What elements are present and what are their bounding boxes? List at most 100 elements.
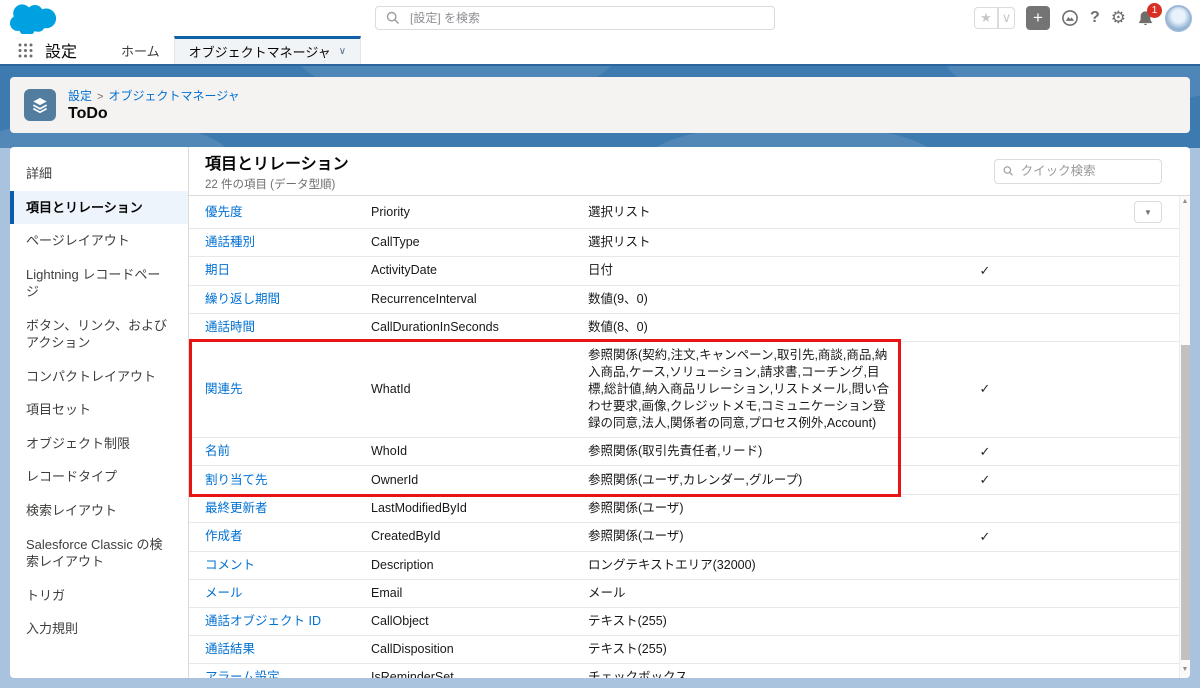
sidebar-item[interactable]: コンパクトレイアウト [10, 360, 188, 394]
tab-home[interactable]: ホーム [107, 36, 174, 64]
table-row: アラーム設定 IsReminderSet チェックボックス [189, 664, 1179, 678]
row-actions: ▼ [1071, 201, 1179, 223]
tab-object-manager[interactable]: オブジェクトマネージャ ∨ [173, 36, 362, 64]
search-icon [1003, 166, 1013, 176]
global-search-input[interactable] [410, 11, 764, 25]
sidebar-item[interactable]: Lightning レコードページ [10, 258, 188, 309]
breadcrumb-separator: > [97, 91, 104, 103]
table-row: 通話結果 CallDisposition テキスト(255) [189, 636, 1179, 664]
indexed-check-icon: ✓ [979, 472, 991, 488]
object-header-card: 設定 > オブジェクトマネージャ ToDo [10, 77, 1190, 133]
field-label-link[interactable]: 作成者 [205, 528, 371, 545]
field-label-link[interactable]: アラーム設定 [205, 669, 371, 678]
table-row: 期日 ActivityDate 日付 ✓ [189, 257, 1179, 286]
app-name: 設定 [45, 44, 78, 61]
field-label-link[interactable]: 期日 [205, 262, 371, 279]
tab-label: ホーム [121, 43, 160, 59]
field-label-link[interactable]: 優先度 [205, 204, 371, 221]
table-row: 作成者 CreatedById 参照関係(ユーザ) ✓ [189, 523, 1179, 552]
field-api-name: Description [371, 557, 434, 572]
field-label-link[interactable]: 通話時間 [205, 319, 371, 336]
field-label-link[interactable]: 関連先 [205, 381, 371, 398]
quick-find-box [994, 158, 1162, 184]
indexed-check-icon: ✓ [979, 529, 991, 545]
setup-gear-icon[interactable]: ⚙ [1111, 8, 1126, 28]
favorites-star-icon[interactable]: ★ [973, 7, 998, 29]
field-api-name: Email [371, 585, 403, 600]
row-dropdown-button[interactable]: ▼ [1134, 201, 1162, 223]
nav-tabs: ホーム オブジェクトマネージャ ∨ [107, 36, 362, 64]
search-icon [386, 11, 400, 25]
fields-table: 優先度 Priority 選択リスト ▼ 通話種別 CallType 選択リスト 期日 Acti… [189, 196, 1179, 678]
field-label-link[interactable]: メール [205, 585, 371, 602]
user-avatar[interactable] [1165, 4, 1192, 32]
setup-nav-bar: 設定 ホーム オブジェクトマネージャ ∨ [0, 36, 1200, 64]
field-label-link[interactable]: 通話結果 [205, 641, 371, 658]
field-api-name: CallDisposition [371, 641, 454, 656]
field-data-type: 参照関係(ユーザ,カレンダー,グループ) [588, 472, 803, 487]
global-header: ★ ∨ + ? ⚙ 1 [0, 0, 1200, 39]
indexed-check-icon: ✓ [979, 381, 991, 397]
sidebar-item[interactable]: ページレイアウト [10, 224, 188, 258]
field-data-type: 数値(8、0) [588, 319, 648, 334]
table-row: 名前 WhoId 参照関係(取引先責任者,リード) ✓ [189, 438, 1179, 467]
field-data-type: ロングテキストエリア(32000) [588, 557, 756, 572]
sidebar-item[interactable]: 入力規則 [10, 612, 188, 646]
scroll-up-arrow-icon[interactable]: ▲ [1180, 196, 1190, 208]
vertical-scrollbar[interactable]: ▲ ▼ [1179, 196, 1190, 678]
field-data-type: テキスト(255) [588, 641, 667, 656]
salesforce-logo [9, 2, 57, 39]
field-data-type: メール [588, 585, 626, 600]
object-icon [24, 89, 56, 121]
field-label-link[interactable]: 最終更新者 [205, 500, 371, 517]
field-label-link[interactable]: 通話種別 [205, 234, 371, 251]
breadcrumb-object-manager-link[interactable]: オブジェクトマネージャ [108, 89, 239, 103]
field-label-link[interactable]: 割り当て先 [205, 472, 371, 489]
breadcrumb-setup-link[interactable]: 設定 [68, 89, 92, 103]
item-count-subtitle: 22 件の項目 (データ型順) [205, 179, 336, 191]
sidebar-item[interactable]: オブジェクト制限 [10, 427, 188, 461]
sidebar-item[interactable]: トリガ [10, 579, 188, 613]
field-api-name: CallDurationInSeconds [371, 319, 499, 334]
field-api-name: WhatId [371, 381, 411, 396]
app-launcher-icon[interactable] [0, 36, 45, 64]
quick-create-button[interactable]: + [1025, 6, 1050, 30]
sidebar-item[interactable]: 項目とリレーション [10, 190, 188, 225]
chevron-down-icon: ∨ [338, 46, 347, 57]
tab-label: オブジェクトマネージャ [188, 45, 331, 60]
favorites-dropdown-button[interactable]: ∨ [997, 7, 1015, 29]
fields-panel: 項目とリレーション 22 件の項目 (データ型順) 優先度Priority 選択リ… [188, 147, 1190, 678]
quick-find-input[interactable] [1020, 164, 1153, 178]
field-data-type: テキスト(255) [588, 613, 667, 628]
field-label-link[interactable]: コメント [205, 557, 371, 574]
salesforce-setup-window: ★ ∨ + ? ⚙ 1 [0, 0, 1200, 688]
page-title: ToDo [68, 105, 108, 122]
field-api-name: ActivityDate [371, 263, 437, 278]
field-data-type: 参照関係(取引先責任者,リード) [588, 444, 763, 458]
field-data-type: チェックボックス [588, 669, 688, 678]
table-row: 通話時間 CallDurationInSeconds 数値(8、0) [189, 314, 1179, 342]
help-icon[interactable]: ? [1090, 9, 1100, 27]
table-row: 割り当て先 OwnerId 参照関係(ユーザ,カレンダー,グループ) ✓ [189, 466, 1179, 496]
field-label-link[interactable]: 通話オブジェクト ID [205, 613, 371, 630]
trailhead-guidance-icon[interactable] [1061, 9, 1079, 27]
sidebar-item[interactable]: Salesforce Classic の検索レイアウト [10, 528, 188, 579]
sidebar-item[interactable]: ボタン、リンク、およびアクション [10, 309, 188, 360]
table-row: 最終更新者 LastModifiedById 参照関係(ユーザ) [189, 495, 1179, 524]
field-label-link[interactable]: 繰り返し期間 [205, 291, 371, 308]
global-search [375, 6, 775, 30]
field-data-type: 選択リスト [588, 204, 651, 219]
scrollbar-thumb[interactable] [1181, 345, 1190, 660]
sidebar-item[interactable]: 詳細 [10, 157, 188, 191]
table-row: 通話種別 CallType 選択リスト [189, 229, 1179, 257]
sidebar-item[interactable]: 検索レイアウト [10, 494, 188, 528]
scroll-down-arrow-icon[interactable]: ▼ [1180, 664, 1190, 676]
field-api-name: OwnerId [371, 472, 419, 487]
field-api-name: CreatedById [371, 529, 441, 544]
field-data-type: 参照関係(ユーザ) [588, 501, 684, 516]
field-api-name: Priority [371, 204, 410, 219]
field-api-name: CallType [371, 235, 420, 249]
sidebar-item[interactable]: 項目セット [10, 393, 188, 427]
sidebar-item[interactable]: レコードタイプ [10, 460, 188, 494]
field-label-link[interactable]: 名前 [205, 443, 371, 460]
